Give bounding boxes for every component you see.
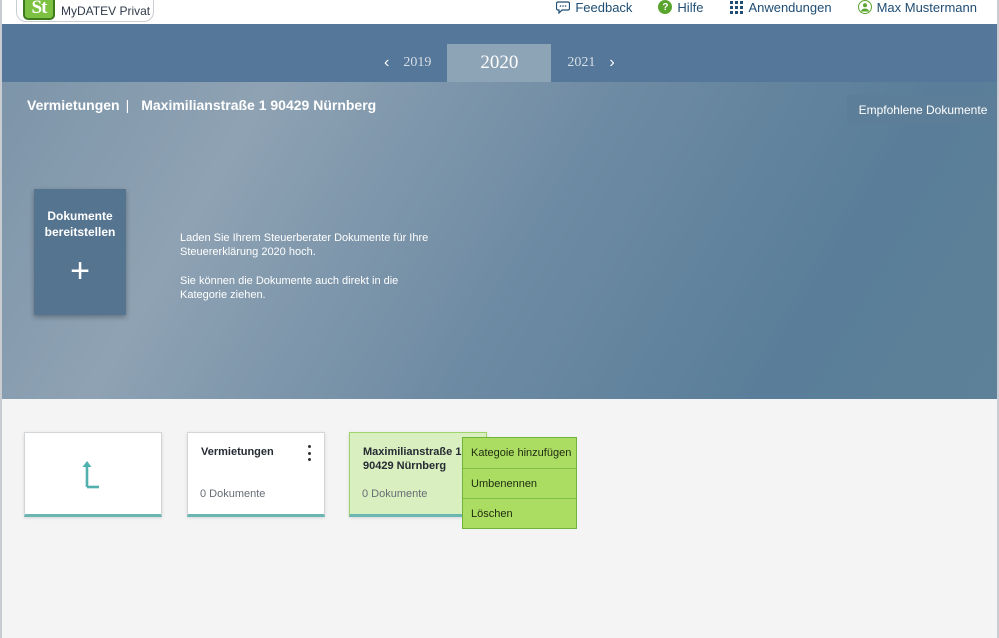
breadcrumb-separator: | bbox=[125, 97, 130, 113]
category-card-vermietungen[interactable]: Vermietungen 0 Dokumente bbox=[187, 432, 325, 517]
app-name: MyDATEV Privat bbox=[61, 3, 151, 18]
card-count: 0 Dokumente bbox=[200, 488, 266, 500]
nav-user[interactable]: Max Mustermann bbox=[857, 0, 977, 15]
chevron-left-icon[interactable]: ‹ bbox=[380, 44, 393, 82]
user-icon bbox=[857, 0, 872, 14]
year-current[interactable]: 2020 bbox=[447, 44, 552, 82]
year-selector: ‹ 2019 2020 2021 › bbox=[380, 44, 619, 82]
window-frame-left bbox=[0, 0, 2, 638]
menu-item-rename[interactable]: Umbenennen bbox=[463, 468, 576, 498]
back-up-card[interactable] bbox=[24, 432, 162, 517]
card-count: 0 Dokumente bbox=[362, 488, 428, 500]
hero-panel: ‹ 2019 2020 2021 › Vermietungen | Maximi… bbox=[0, 24, 999, 399]
upload-title: Dokumente bereitstellen bbox=[44, 209, 116, 239]
year-next[interactable]: 2021 bbox=[557, 44, 605, 82]
apps-grid-icon bbox=[729, 0, 743, 14]
nav-apps[interactable]: Anwendungen bbox=[729, 0, 832, 15]
top-header: St MyDATEV Privat Feedback ? Hilfe Anwen… bbox=[0, 0, 999, 24]
app-logo[interactable]: St MyDATEV Privat bbox=[16, 0, 154, 22]
nav-user-label: Max Mustermann bbox=[876, 0, 977, 15]
logo-icon: St bbox=[23, 0, 55, 20]
arrow-up-left-icon bbox=[82, 460, 99, 488]
upload-info-text: Laden Sie Ihrem Steuerberater Dokumente … bbox=[180, 231, 440, 302]
breadcrumb: Vermietungen | Maximilianstraße 1 90429 … bbox=[27, 97, 376, 113]
plus-icon: + bbox=[70, 252, 90, 290]
breadcrumb-property: Maximilianstraße 1 90429 Nürnberg bbox=[141, 97, 377, 113]
card-title: Maximilianstraße 1 90429 Nürnberg bbox=[363, 446, 462, 472]
menu-item-add-category[interactable]: Kategoie hinzufügen bbox=[463, 438, 576, 468]
top-nav: Feedback ? Hilfe Anwendungen Max Musterm… bbox=[530, 0, 977, 15]
card-title: Vermietungen bbox=[201, 446, 274, 458]
nav-feedback-label: Feedback bbox=[575, 0, 633, 15]
more-vertical-icon[interactable] bbox=[306, 445, 312, 461]
info-line-1: Laden Sie Ihrem Steuerberater Dokumente … bbox=[180, 232, 429, 258]
menu-item-delete[interactable]: Löschen bbox=[463, 498, 576, 528]
chevron-right-icon[interactable]: › bbox=[605, 44, 618, 82]
context-menu: Kategoie hinzufügen Umbenennen Löschen bbox=[462, 437, 577, 529]
nav-feedback[interactable]: Feedback bbox=[556, 0, 632, 15]
recommended-documents-button[interactable]: Empfohlene Dokumente bbox=[847, 95, 999, 124]
feedback-icon bbox=[556, 0, 571, 14]
help-icon: ? bbox=[658, 0, 673, 14]
nav-help-label: Hilfe bbox=[677, 0, 704, 15]
year-prev[interactable]: 2019 bbox=[393, 44, 441, 82]
nav-help[interactable]: ? Hilfe bbox=[658, 0, 703, 15]
info-line-2: Sie können die Dokumente auch direkt in … bbox=[180, 275, 399, 301]
upload-documents-tile[interactable]: Dokumente bereitstellen + bbox=[34, 189, 126, 315]
breadcrumb-section[interactable]: Vermietungen bbox=[27, 97, 120, 113]
year-bar: ‹ 2019 2020 2021 › bbox=[0, 24, 999, 82]
nav-apps-label: Anwendungen bbox=[748, 0, 832, 15]
